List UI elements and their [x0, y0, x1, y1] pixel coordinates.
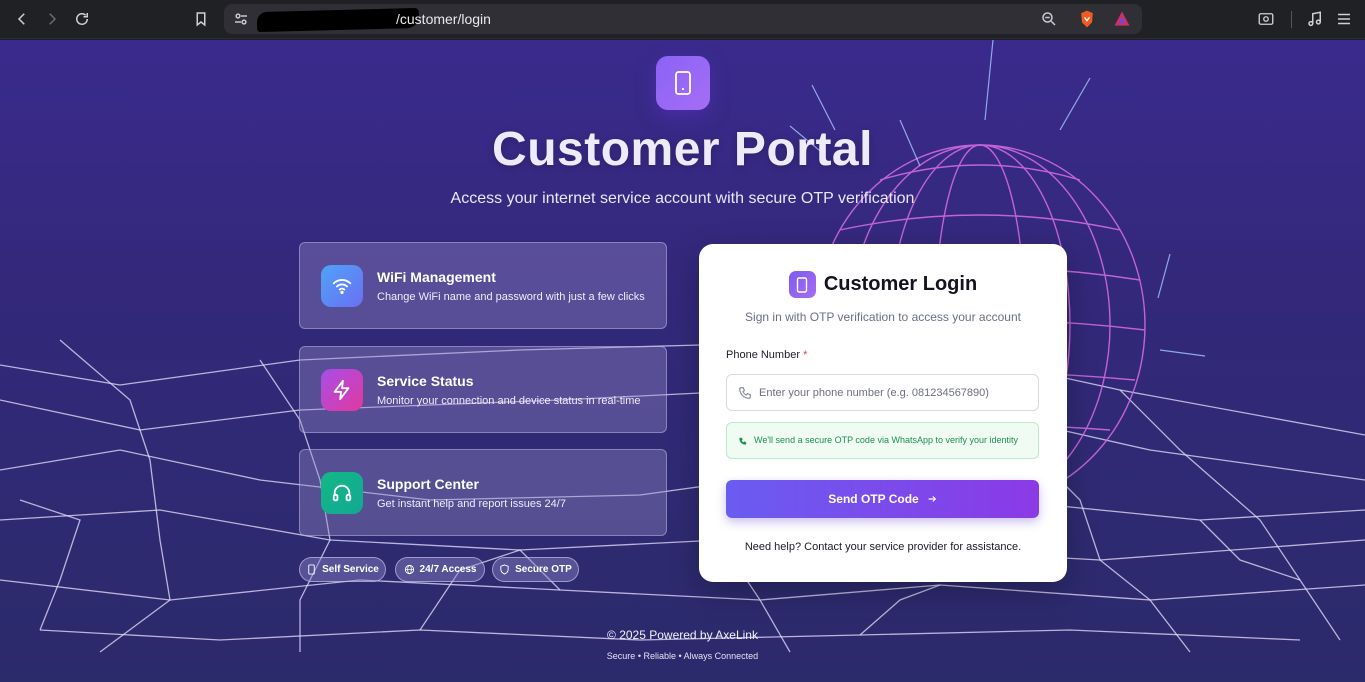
phone-handset-icon: [739, 387, 751, 399]
login-header: Customer Login: [699, 271, 1067, 298]
login-title: Customer Login: [823, 273, 978, 295]
feature-description: Get instant help and report issues 24/7: [377, 498, 566, 510]
badge-label: Secure OTP: [515, 564, 572, 575]
site-settings-icon[interactable]: [232, 10, 250, 28]
feature-card-status: Service Status Monitor your connection a…: [299, 346, 667, 433]
menu-icon[interactable]: [1331, 6, 1357, 32]
phone-icon: [675, 71, 691, 95]
feature-description: Monitor your connection and device statu…: [377, 395, 641, 407]
phone-handset-icon: [739, 437, 747, 445]
page-subtitle: Access your internet service account wit…: [450, 190, 915, 207]
headphones-icon: [321, 472, 363, 514]
login-subtitle: Sign in with OTP verification to access …: [745, 310, 1021, 324]
shield-icon: [500, 564, 509, 575]
phone-number-input[interactable]: [759, 375, 1029, 410]
send-otp-button[interactable]: Send OTP Code: [726, 480, 1039, 518]
footer-tagline: Secure • Reliable • Always Connected: [606, 651, 759, 661]
phone-icon: [308, 564, 315, 575]
back-icon[interactable]: [9, 6, 35, 32]
send-otp-label: Send OTP Code: [828, 492, 919, 506]
help-text: Need help? Contact your service provider…: [744, 541, 1022, 553]
wifi-icon: [321, 265, 363, 307]
feature-description: Change WiFi name and password with just …: [377, 291, 645, 303]
feature-title: WiFi Management: [377, 269, 496, 285]
portal-logo: [656, 56, 710, 110]
otp-info-text: We'll send a secure OTP code via WhatsAp…: [754, 435, 1019, 445]
lightning-icon: [321, 369, 363, 411]
label-text: Phone Number: [726, 349, 800, 361]
badge-label: Self Service: [322, 564, 379, 575]
feature-title: Support Center: [377, 476, 479, 492]
globe-icon: [404, 564, 414, 575]
badge-secure-otp: Secure OTP: [492, 557, 579, 582]
forward-icon[interactable]: [39, 6, 65, 32]
feature-card-wifi: WiFi Management Change WiFi name and pas…: [299, 242, 667, 329]
brave-rewards-icon[interactable]: [1112, 9, 1132, 29]
bookmark-icon[interactable]: [188, 6, 214, 32]
address-bar[interactable]: /customer/login: [224, 4, 1142, 34]
login-page: Customer Portal Access your internet ser…: [0, 40, 1365, 682]
arrow-right-icon: [928, 496, 936, 502]
badge-24-7-access: 24/7 Access: [395, 557, 485, 582]
url-text[interactable]: /customer/login: [396, 11, 491, 27]
reload-icon[interactable]: [69, 6, 95, 32]
phone-number-field[interactable]: [726, 374, 1039, 411]
phone-icon: [788, 271, 816, 298]
page-title: Customer Portal: [492, 123, 873, 176]
zoom-icon[interactable]: [1040, 10, 1058, 28]
phone-number-label: Phone Number *: [726, 349, 807, 361]
redacted-domain: [256, 7, 420, 33]
required-mark: *: [803, 349, 808, 361]
badge-label: 24/7 Access: [419, 564, 477, 575]
footer-copyright: © 2025 Powered by AxeLink: [607, 628, 758, 642]
login-card: Customer Login Sign in with OTP verifica…: [699, 244, 1067, 582]
feature-card-support: Support Center Get instant help and repo…: [299, 449, 667, 536]
media-icon[interactable]: [1302, 6, 1328, 32]
feature-title: Service Status: [377, 373, 474, 389]
screenshot-search-icon[interactable]: [1253, 6, 1279, 32]
otp-info-note: We'll send a secure OTP code via WhatsAp…: [726, 422, 1039, 459]
toolbar-divider: [1291, 11, 1292, 28]
browser-toolbar: /customer/login: [0, 0, 1365, 39]
badge-self-service: Self Service: [299, 557, 386, 582]
brave-shield-icon[interactable]: [1077, 9, 1097, 29]
